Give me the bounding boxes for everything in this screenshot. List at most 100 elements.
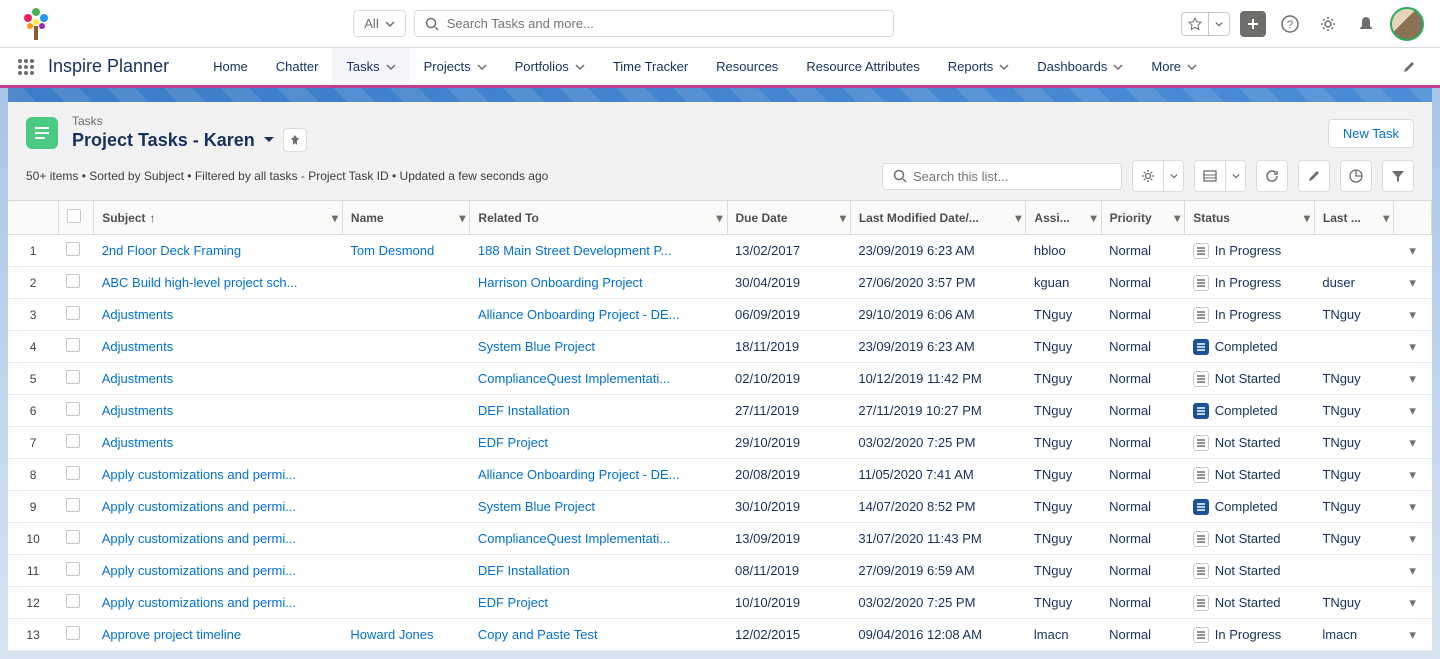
row-checkbox[interactable]	[66, 306, 80, 320]
subject-link[interactable]: ABC Build high-level project sch...	[94, 267, 343, 299]
row-checkbox[interactable]	[66, 530, 80, 544]
nav-item-more[interactable]: More	[1137, 48, 1211, 85]
related-link[interactable]: Alliance Onboarding Project - DE...	[470, 299, 727, 331]
row-checkbox-cell[interactable]	[58, 395, 94, 427]
list-controls-menu[interactable]	[1164, 160, 1184, 192]
row-checkbox[interactable]	[66, 594, 80, 608]
list-search-input[interactable]	[913, 169, 1111, 184]
app-launcher[interactable]	[16, 48, 36, 85]
user-avatar[interactable]	[1390, 7, 1424, 41]
nav-item-reports[interactable]: Reports	[934, 48, 1024, 85]
subject-link[interactable]: Apply customizations and permi...	[94, 491, 343, 523]
chevron-down-icon[interactable]: ▾	[332, 211, 338, 225]
subject-link[interactable]: Approve project timeline	[94, 619, 343, 651]
subject-link[interactable]: Adjustments	[94, 299, 343, 331]
chevron-down-icon[interactable]: ▾	[1174, 211, 1180, 225]
related-link[interactable]: Copy and Paste Test	[470, 619, 727, 651]
display-as-menu[interactable]	[1226, 160, 1246, 192]
row-checkbox-cell[interactable]	[58, 491, 94, 523]
nav-item-chatter[interactable]: Chatter	[262, 48, 333, 85]
subject-link[interactable]: Apply customizations and permi...	[94, 523, 343, 555]
related-link[interactable]: System Blue Project	[470, 491, 727, 523]
row-checkbox-cell[interactable]	[58, 523, 94, 555]
edit-nav-button[interactable]	[1394, 48, 1424, 85]
related-link[interactable]: Harrison Onboarding Project	[470, 267, 727, 299]
help-button[interactable]: ?	[1276, 10, 1304, 38]
row-checkbox-cell[interactable]	[58, 587, 94, 619]
search-scope-selector[interactable]: All	[353, 10, 405, 37]
chevron-down-icon[interactable]: ▾	[716, 211, 722, 225]
list-view-dropdown[interactable]	[263, 136, 275, 144]
row-checkbox[interactable]	[66, 370, 80, 384]
related-link[interactable]: 188 Main Street Development P...	[470, 235, 727, 267]
display-as-button[interactable]	[1194, 160, 1226, 192]
column-status[interactable]: Status▾	[1185, 201, 1315, 235]
column-modified[interactable]: Last Modified Date/...▾	[850, 201, 1026, 235]
row-action-menu[interactable]: ▾	[1394, 619, 1432, 651]
new-task-button[interactable]: New Task	[1328, 119, 1414, 148]
row-action-menu[interactable]: ▾	[1394, 459, 1432, 491]
row-action-menu[interactable]: ▾	[1394, 555, 1432, 587]
chevron-down-icon[interactable]	[1187, 64, 1197, 70]
nav-item-tasks[interactable]: Tasks	[332, 48, 409, 88]
filter-button[interactable]	[1382, 160, 1414, 192]
row-checkbox-cell[interactable]	[58, 427, 94, 459]
subject-link[interactable]: Adjustments	[94, 427, 343, 459]
row-checkbox-cell[interactable]	[58, 267, 94, 299]
global-search[interactable]	[414, 10, 894, 37]
chevron-down-icon[interactable]: ▾	[1383, 211, 1389, 225]
inline-edit-button[interactable]	[1298, 160, 1330, 192]
chevron-down-icon[interactable]	[575, 64, 585, 70]
chevron-down-icon[interactable]: ▾	[459, 211, 465, 225]
name-cell[interactable]: Howard Jones	[342, 619, 470, 651]
related-link[interactable]: ComplianceQuest Implementati...	[470, 523, 727, 555]
subject-link[interactable]: Apply customizations and permi...	[94, 555, 343, 587]
related-link[interactable]: System Blue Project	[470, 331, 727, 363]
nav-item-time-tracker[interactable]: Time Tracker	[599, 48, 702, 85]
row-checkbox-cell[interactable]	[58, 555, 94, 587]
nav-item-portfolios[interactable]: Portfolios	[501, 48, 599, 85]
chevron-down-icon[interactable]	[1113, 64, 1123, 70]
row-checkbox[interactable]	[66, 498, 80, 512]
column-due-date[interactable]: Due Date▾	[727, 201, 850, 235]
refresh-button[interactable]	[1256, 160, 1288, 192]
column-related[interactable]: Related To▾	[470, 201, 727, 235]
notifications-button[interactable]	[1352, 10, 1380, 38]
related-link[interactable]: EDF Project	[470, 427, 727, 459]
select-all-checkbox[interactable]	[67, 209, 81, 223]
row-checkbox[interactable]	[66, 242, 80, 256]
row-checkbox-cell[interactable]	[58, 363, 94, 395]
setup-button[interactable]	[1314, 10, 1342, 38]
row-action-menu[interactable]: ▾	[1394, 523, 1432, 555]
chevron-down-icon[interactable]: ▾	[1015, 211, 1021, 225]
chart-button[interactable]	[1340, 160, 1372, 192]
subject-link[interactable]: Apply customizations and permi...	[94, 587, 343, 619]
row-checkbox[interactable]	[66, 434, 80, 448]
row-checkbox[interactable]	[66, 274, 80, 288]
subject-link[interactable]: Adjustments	[94, 331, 343, 363]
list-search[interactable]	[882, 163, 1122, 190]
nav-item-resource-attributes[interactable]: Resource Attributes	[792, 48, 933, 85]
star-icon[interactable]	[1182, 13, 1209, 35]
row-checkbox-cell[interactable]	[58, 299, 94, 331]
chevron-down-icon[interactable]: ▾	[840, 211, 846, 225]
row-checkbox[interactable]	[66, 338, 80, 352]
row-checkbox-cell[interactable]	[58, 331, 94, 363]
related-link[interactable]: EDF Project	[470, 587, 727, 619]
row-action-menu[interactable]: ▾	[1394, 491, 1432, 523]
column-priority[interactable]: Priority▾	[1101, 201, 1185, 235]
chevron-down-icon[interactable]: ▾	[1091, 211, 1097, 225]
nav-item-dashboards[interactable]: Dashboards	[1023, 48, 1137, 85]
row-action-menu[interactable]: ▾	[1394, 235, 1432, 267]
related-link[interactable]: DEF Installation	[470, 555, 727, 587]
chevron-down-icon[interactable]	[1209, 13, 1229, 35]
column-assigned[interactable]: Assi...▾	[1026, 201, 1101, 235]
row-checkbox[interactable]	[66, 466, 80, 480]
row-action-menu[interactable]: ▾	[1394, 427, 1432, 459]
nav-item-projects[interactable]: Projects	[410, 48, 501, 85]
pin-list-button[interactable]	[283, 128, 307, 152]
row-checkbox-cell[interactable]	[58, 619, 94, 651]
subject-link[interactable]: Apply customizations and permi...	[94, 459, 343, 491]
row-checkbox-cell[interactable]	[58, 459, 94, 491]
row-checkbox-cell[interactable]	[58, 235, 94, 267]
